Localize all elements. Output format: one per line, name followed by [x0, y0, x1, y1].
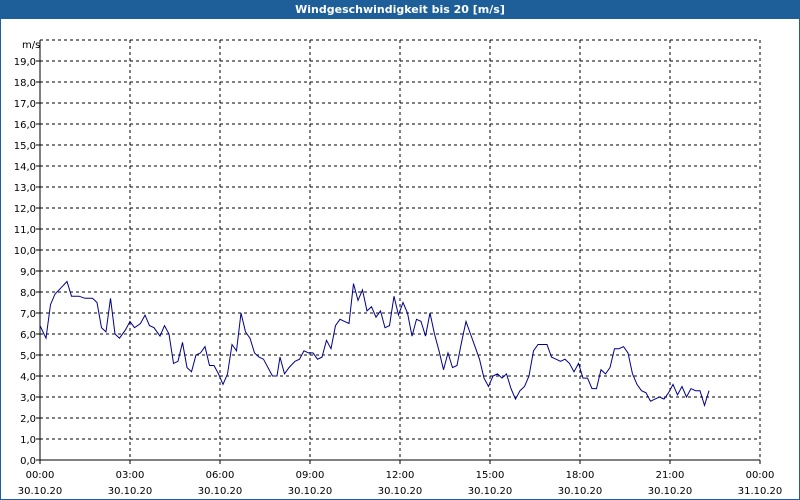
y-tick-label: 18,0: [14, 78, 36, 89]
y-tick-label: 5,0: [20, 351, 36, 362]
y-tick-label: 8,0: [20, 288, 36, 299]
y-tick-label: 16,0: [14, 120, 36, 131]
x-tick-time-label: 00:00: [746, 470, 775, 481]
y-tick-label: 14,0: [14, 162, 36, 173]
x-tick-time-label: 09:00: [296, 470, 325, 481]
x-tick-date-label: 30.10.20: [648, 486, 693, 497]
y-tick-label: 9,0: [20, 267, 36, 278]
x-tick-time-label: 06:00: [206, 470, 235, 481]
y-tick-label: 15,0: [14, 141, 36, 152]
x-tick-time-label: 12:00: [386, 470, 415, 481]
x-tick-date-label: 31.10.20: [738, 486, 783, 497]
y-tick-label: 0,0: [20, 456, 36, 467]
x-tick-date-label: 30.10.20: [378, 486, 423, 497]
tick-labels: 0,0 1,0 2,0 3,0 4,0 5,0 6,0 7,0 8,0 9,0 10,0 11,0 12…: [14, 57, 783, 497]
y-tick-label: 1,0: [20, 435, 36, 446]
x-tick-date-label: 30.10.20: [18, 486, 63, 497]
x-tick-time-label: 03:00: [116, 470, 145, 481]
series: [39, 280, 710, 408]
y-tick-label: 3,0: [20, 393, 36, 404]
x-tick-time-label: 00:00: [26, 470, 55, 481]
x-tick-time-label: 21:00: [656, 470, 685, 481]
y-tick-label: 12,0: [14, 204, 36, 215]
y-tick-label: 6,0: [20, 330, 36, 341]
y-axis-label: m/s: [22, 40, 40, 51]
x-tick-date-label: 30.10.20: [288, 486, 333, 497]
x-tick-time-label: 18:00: [566, 470, 595, 481]
y-tick-label: 10,0: [14, 246, 36, 257]
x-tick-date-label: 30.10.20: [468, 486, 513, 497]
series-line: [39, 280, 710, 408]
x-tick-time-label: 15:00: [476, 470, 505, 481]
y-tick-label: 11,0: [14, 225, 36, 236]
y-tick-label: 19,0: [14, 57, 36, 68]
x-tick-date-label: 30.10.20: [198, 486, 243, 497]
grid: [40, 39, 761, 460]
y-tick-label: 7,0: [20, 309, 36, 320]
y-tick-label: 2,0: [20, 414, 36, 425]
y-tick-label: 4,0: [20, 372, 36, 383]
y-tick-label: 13,0: [14, 183, 36, 194]
chart-area: 0,0 1,0 2,0 3,0 4,0 5,0 6,0 7,0 8,0 9,0 10,0 11,0 12…: [14, 39, 783, 497]
y-tick-label: 17,0: [14, 99, 36, 110]
x-tick-date-label: 30.10.20: [108, 486, 153, 497]
x-tick-date-label: 30.10.20: [558, 486, 603, 497]
